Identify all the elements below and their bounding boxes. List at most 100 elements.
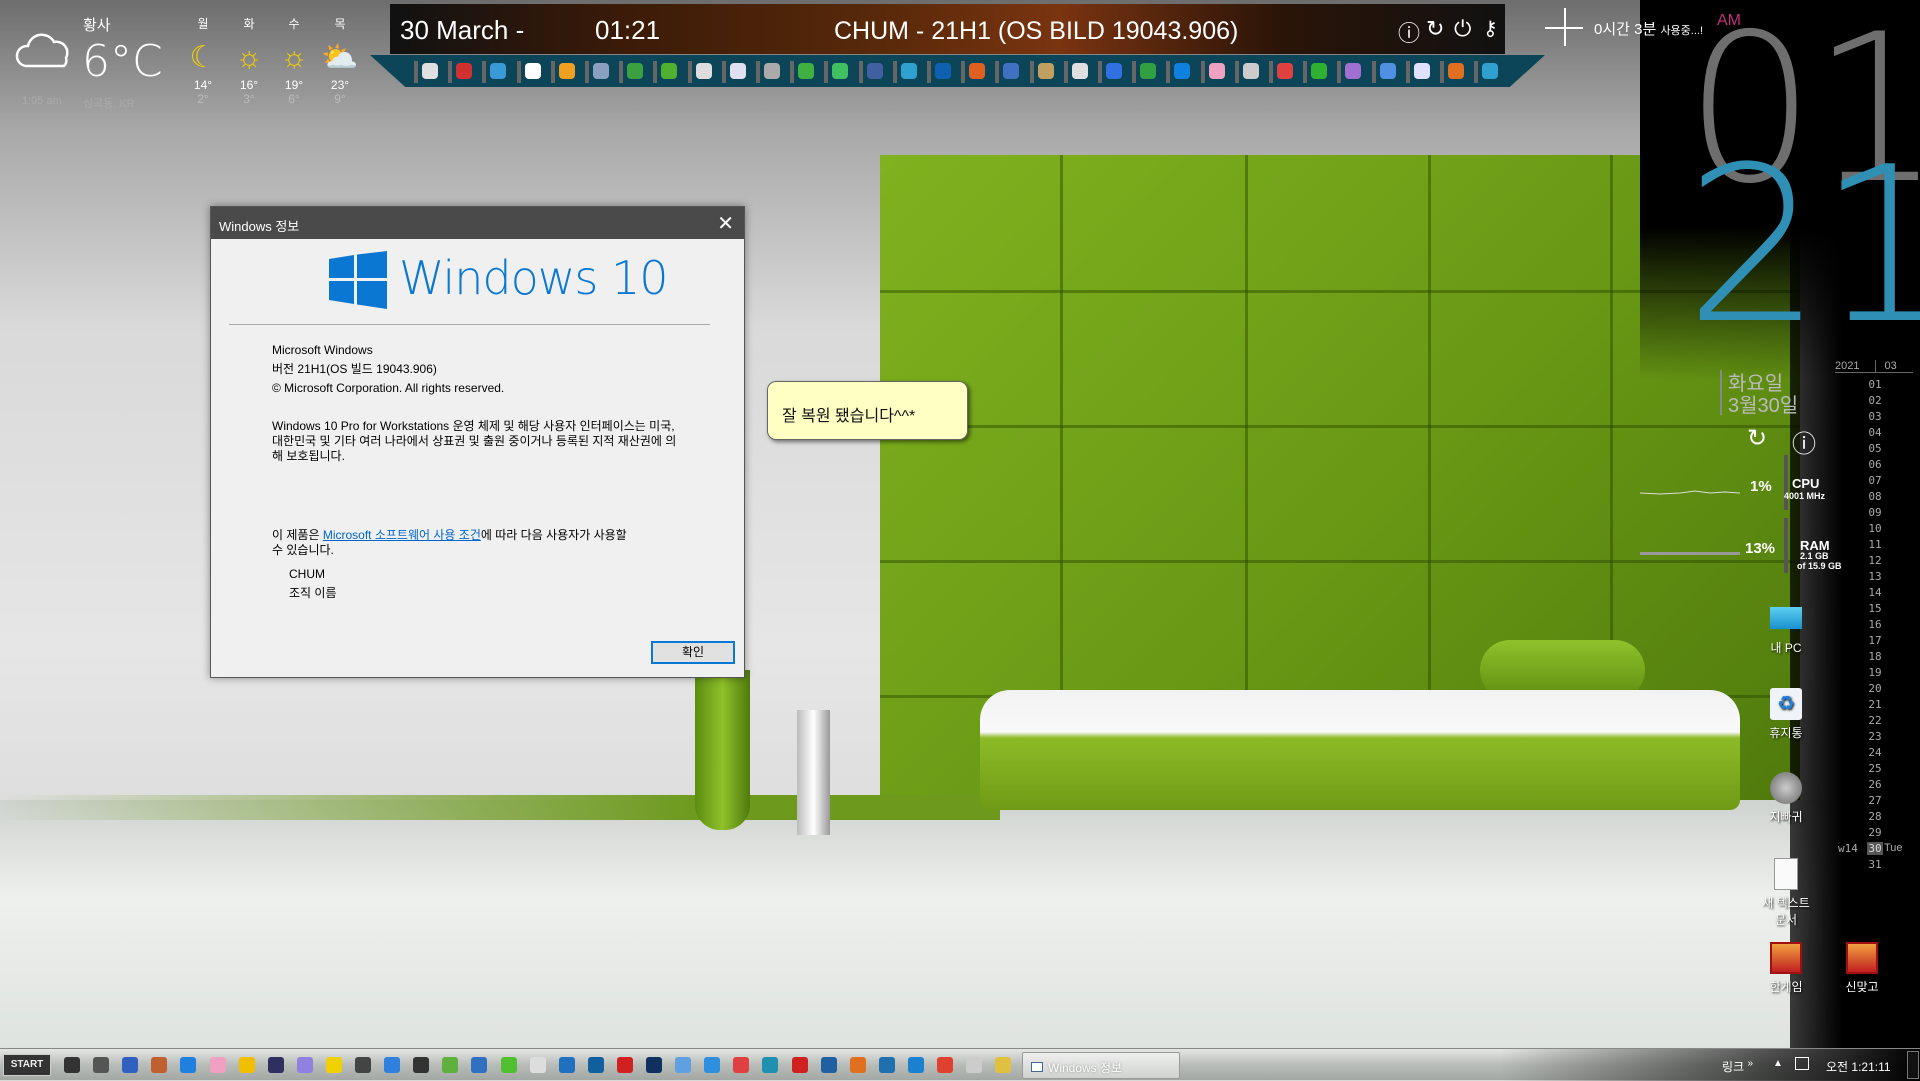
key-icon[interactable]: ⚷ [1483,16,1498,41]
dock-app-icon[interactable] [729,63,746,79]
taskbar-app-icon[interactable] [296,1057,313,1073]
taskbar-clock[interactable]: 오전 1:21:11 [1826,1058,1891,1075]
taskbar-app-icon[interactable] [675,1057,692,1073]
dock-app-icon[interactable] [866,63,883,79]
desktop-icon-my-pc[interactable]: 내 PC [1751,603,1821,656]
weather-widget[interactable]: 황사 6°C 1:05 am 심곡동, KR 월 ☾ 14° 2° 화 ☼ 16° 3° 수… [0,0,380,110]
start-button[interactable]: START [3,1054,51,1076]
taskbar-app-icon[interactable] [355,1057,371,1073]
taskbar-app-icon[interactable] [616,1057,633,1073]
calendar-day: 22 [1868,714,1882,727]
dock-app-icon[interactable] [422,63,438,79]
windows-logo-text: Windows 10 [399,251,668,305]
taskbar-app-icon[interactable] [791,1057,808,1073]
dock-app-icon[interactable] [935,63,951,79]
cpu-graph [1640,490,1740,495]
calendar-day: 17 [1868,634,1882,647]
taskbar-app-icon[interactable] [500,1057,517,1073]
dock-app-icon[interactable] [1345,63,1362,79]
dock-app-icon[interactable] [1174,63,1191,79]
taskbar-app-icon[interactable] [704,1057,721,1073]
dock-app-icon[interactable] [1277,63,1293,79]
taskbar-app-icon[interactable] [384,1057,401,1073]
taskbar-app-icon[interactable] [413,1057,430,1073]
taskbar-app-icon[interactable] [733,1057,750,1073]
dock-app-icon[interactable] [969,63,986,79]
dock-app-icon[interactable] [1242,63,1259,79]
dialog-titlebar[interactable]: Windows 정보 ✕ [211,207,744,239]
taskbar-app-icon[interactable] [151,1057,168,1073]
power-icon[interactable]: ⏻ [1454,16,1471,42]
desktop-icon-hangame[interactable]: 한게임 [1751,942,1821,995]
taskbar-app-icon[interactable] [558,1057,575,1073]
taskbar-app-icon[interactable] [180,1057,197,1073]
taskbar-app-icon[interactable] [529,1057,546,1073]
taskbar-app-icon[interactable] [762,1057,779,1073]
dock-app-icon[interactable] [1071,63,1088,79]
dock-app-icon[interactable] [456,63,473,79]
desktop-icon-recycle-bin[interactable]: ♻ 휴지통 [1751,688,1821,741]
taskbar-app-icon[interactable] [93,1057,110,1073]
dock-app-icon[interactable] [558,63,575,79]
taskbar-window-button[interactable]: Windows 정보 [1022,1052,1180,1079]
taskbar-app-icon[interactable] [907,1057,924,1073]
show-desktop-button[interactable] [1907,1051,1919,1079]
taskbar-app-icon[interactable] [209,1057,226,1073]
license-terms-link[interactable]: Microsoft 소프트웨어 사용 조건 [323,528,481,542]
dock-app-icon[interactable] [490,63,507,79]
close-icon[interactable]: ✕ [717,211,734,236]
wallpaper-sofa [980,690,1740,810]
dock-app-icon[interactable] [764,63,780,79]
dock-app-icon[interactable] [798,63,815,79]
taskbar-app-icon[interactable] [966,1057,983,1073]
dock-app-icon[interactable] [1413,63,1430,79]
ok-button[interactable]: 확인 [651,641,735,664]
taskbar-app-icon[interactable] [267,1057,284,1073]
taskbar-app-icon[interactable] [646,1057,662,1073]
tray-expand-icon[interactable]: ▲ [1773,1058,1783,1069]
dock-app-icon[interactable] [1482,63,1499,79]
taskbar-app-icon[interactable] [325,1057,342,1073]
links-toolbar[interactable]: 링크 » [1722,1058,1753,1075]
calendar-day: 04 [1868,426,1882,439]
taskbar-app-icon[interactable] [587,1057,604,1073]
dock-app-icon[interactable] [900,63,917,79]
dock-app-icon[interactable] [832,63,849,79]
network-icon[interactable] [1795,1057,1809,1070]
product-name: Microsoft Windows [272,343,373,357]
desktop-icon-sinmatgo[interactable]: 신맞고 [1827,942,1897,995]
dock-app-icon[interactable] [661,63,678,79]
taskbar-app-icon[interactable] [820,1057,837,1073]
taskbar-app-icon[interactable] [442,1057,459,1073]
monitor-icon [1770,607,1802,629]
dock-app-icon[interactable] [524,63,541,79]
taskbar-app-icon[interactable] [64,1057,80,1073]
desktop-icon-new-text[interactable]: 새 텍스트 문서 [1751,858,1821,928]
calendar-day: 20 [1868,682,1882,695]
taskbar-app-icon[interactable] [995,1057,1012,1073]
taskbar-app-icon[interactable] [122,1057,139,1073]
dock-app-icon[interactable] [1448,63,1464,79]
power-info-icon[interactable]: ⓘ [1792,424,1816,459]
taskbar-app-icon[interactable] [238,1057,255,1073]
taskbar-app-icon[interactable] [937,1057,953,1073]
dock-app-icon[interactable] [627,63,644,79]
taskbar-app-icon[interactable] [878,1057,895,1073]
dock-app-icon[interactable] [1311,63,1328,79]
calendar-day: 03 [1868,410,1882,423]
dock-app-icon[interactable] [1037,63,1054,79]
dock-app-icon[interactable] [593,63,609,79]
restart-icon[interactable]: ↻ [1426,16,1444,42]
calendar-header: 2021 03 [1835,360,1913,373]
dock-app-icon[interactable] [1140,63,1157,79]
taskbar-app-icon[interactable] [849,1057,866,1073]
dock-app-icon[interactable] [1106,63,1122,79]
refresh-icon[interactable]: ↻ [1747,424,1767,453]
info-icon[interactable]: ⓘ [1398,16,1420,48]
desktop-icon-jibbagwi[interactable]: 지빠귀 [1751,772,1821,825]
dock-app-icon[interactable] [695,63,712,79]
dock-app-icon[interactable] [1208,63,1225,79]
dock-app-icon[interactable] [1003,63,1020,79]
taskbar-app-icon[interactable] [471,1057,488,1073]
dock-app-icon[interactable] [1379,63,1396,79]
